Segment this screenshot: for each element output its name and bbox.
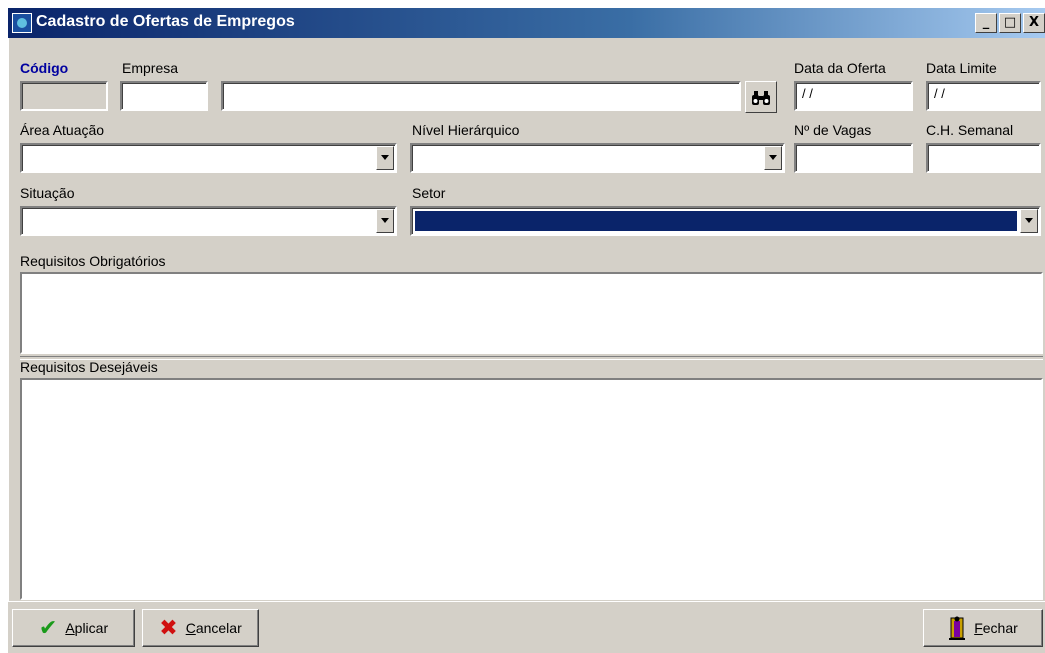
requisitos-desejaveis-textarea[interactable] [20,378,1043,600]
chevron-down-icon[interactable] [764,146,782,170]
cancelar-button[interactable]: ✖ Cancelar [142,609,259,647]
requisitos-obrigatorios-textarea[interactable] [20,272,1043,354]
window-controls: _ □ X [975,13,1045,33]
chevron-down-icon[interactable] [1020,209,1038,233]
close-button[interactable]: X [1023,13,1045,33]
setor-selection-highlight [414,210,1018,232]
setor-label: Setor [412,185,446,201]
area-atuacao-label: Área Atuação [20,122,105,138]
chevron-down-icon[interactable] [376,146,394,170]
app-window: Cadastro de Ofertas de Empregos _ □ X Có… [8,8,1045,653]
door-exit-icon [949,616,966,640]
minimize-button[interactable]: _ [975,13,997,33]
aplicar-button[interactable]: ✔ Aplicar [12,609,135,647]
chevron-down-icon[interactable] [376,209,394,233]
cancelar-label: Cancelar [185,620,242,636]
ch-semanal-label: C.H. Semanal [926,122,1014,138]
cancel-x-icon: ✖ [159,615,178,641]
data-limite-field[interactable]: / / [926,81,1041,111]
situacao-label: Situação [20,185,75,201]
requisitos-obrigatorios-label: Requisitos Obrigatórios [20,253,166,269]
aplicar-label: Aplicar [65,620,109,636]
binoculars-icon [752,91,770,105]
divider [20,356,1043,360]
nivel-hierarquico-label: Nível Hierárquico [412,122,520,138]
app-icon[interactable] [12,13,32,33]
nivel-hierarquico-select[interactable] [410,143,785,173]
data-oferta-label: Data da Oferta [794,60,886,76]
check-icon: ✔ [38,615,58,641]
data-limite-label: Data Limite [926,60,997,76]
maximize-button[interactable]: □ [999,13,1021,33]
window-title: Cadastro de Ofertas de Empregos [36,13,295,30]
button-bar: ✔ Aplicar ✖ Cancelar Fechar [8,601,1045,653]
search-empresa-button[interactable] [745,81,777,113]
empresa-name-field[interactable] [221,81,741,111]
requisitos-desejaveis-label: Requisitos Desejáveis [20,359,158,375]
situacao-select[interactable] [20,206,397,236]
empresa-code-field[interactable] [120,81,208,111]
fechar-button[interactable]: Fechar [923,609,1043,647]
ch-semanal-field[interactable] [926,143,1041,173]
empresa-label: Empresa [122,60,179,76]
codigo-label: Código [20,60,69,76]
n-vagas-label: Nº de Vagas [794,122,872,138]
fechar-label: Fechar [974,620,1018,636]
data-oferta-field[interactable]: / / [794,81,913,111]
area-atuacao-select[interactable] [20,143,397,173]
codigo-field [20,81,108,111]
title-bar[interactable]: Cadastro de Ofertas de Empregos _ □ X [8,8,1045,38]
setor-select[interactable] [410,206,1041,236]
n-vagas-field[interactable] [794,143,913,173]
